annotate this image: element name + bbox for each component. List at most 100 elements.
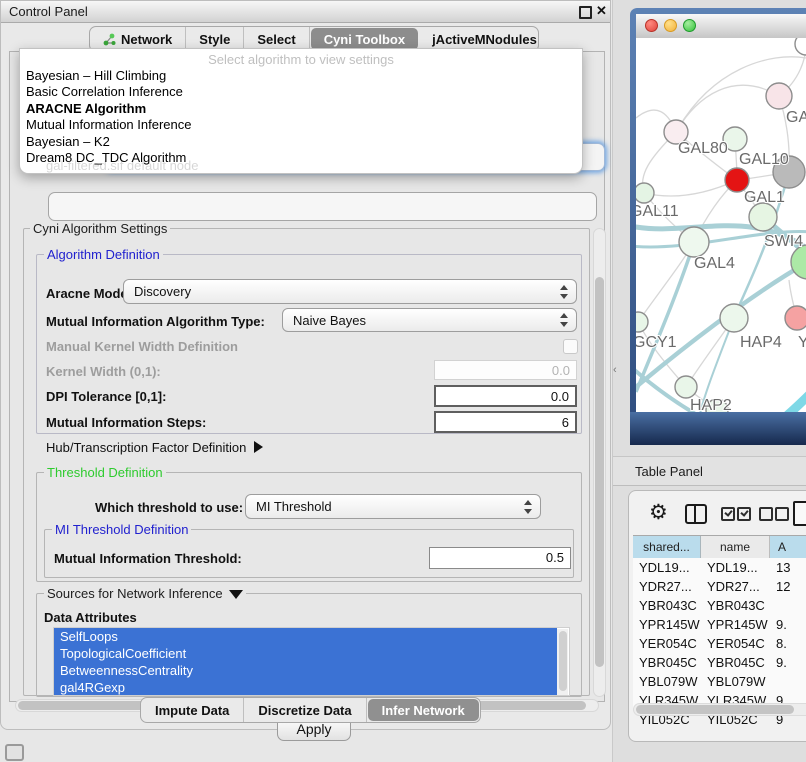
network-table-combo[interactable] (48, 192, 597, 221)
node-label: GAL80 (678, 140, 728, 157)
dpi-tolerance-field[interactable]: 0.0 (434, 385, 577, 407)
node-label: GAL (786, 109, 806, 126)
table-row[interactable]: YBR043CYBR043C (633, 596, 806, 615)
table-row[interactable]: YDR27...YDR27...12 (633, 577, 806, 596)
mi-threshold-field[interactable]: 0.5 (429, 547, 571, 569)
hub-factor-section[interactable]: Hub/Transcription Factor Definition (46, 440, 263, 455)
network-node[interactable] (636, 183, 654, 203)
node-label: HAP2 (690, 397, 732, 412)
data-attributes-list[interactable]: SelfLoopsTopologicalCoefficientBetweenne… (53, 627, 570, 696)
checked-checkbox-icon[interactable] (721, 507, 735, 521)
network-node[interactable] (791, 245, 806, 279)
minimize-traffic-light[interactable] (664, 19, 677, 32)
manual-kernel-checkbox[interactable] (563, 339, 578, 354)
check-icon (724, 508, 732, 517)
kernel-width-label: Kernel Width (0,1): (46, 364, 161, 379)
panel-divider-handle[interactable]: ‹ (613, 364, 617, 376)
algorithm-option[interactable]: Mutual Information Inference (24, 117, 578, 133)
algorithm-option[interactable]: Bayesian – Hill Climbing (24, 68, 578, 84)
table-panel-title: Table Panel (635, 464, 703, 479)
network-node[interactable] (675, 376, 697, 398)
attribute-list-item[interactable]: BetweennessCentrality (54, 662, 557, 679)
node-label: HAP4 (740, 334, 782, 351)
network-node[interactable] (720, 304, 748, 332)
expand-right-icon[interactable] (254, 441, 263, 453)
mi-steps-label: Mutual Information Steps: (46, 415, 206, 430)
table-row[interactable]: YDL19...YDL19...13 (633, 558, 806, 577)
mi-type-combo[interactable]: Naive Bayes (282, 308, 577, 332)
tab-cyni-toolbox-label: Cyni Toolbox (324, 32, 405, 47)
table-row[interactable]: YPR145WYPR145W9. (633, 615, 806, 634)
aracne-mode-combo[interactable]: Discovery (123, 279, 577, 304)
sources-group-title: Sources for Network Inference (44, 586, 246, 601)
which-threshold-combo[interactable]: MI Threshold (245, 494, 541, 519)
unchecked-checkbox-icon[interactable] (775, 507, 789, 521)
settings-vertical-scrollbar[interactable] (593, 228, 606, 697)
algorithm-dropdown: Select algorithm to view settings Bayesi… (19, 48, 583, 174)
attribute-list-item[interactable]: TopologicalCoefficient (54, 645, 557, 662)
collapse-down-icon[interactable] (229, 590, 243, 599)
mi-steps-field[interactable]: 6 (434, 411, 577, 433)
column-header-third[interactable]: A (770, 536, 806, 558)
panel-divider[interactable] (612, 0, 613, 762)
node-label: GAL1 (744, 189, 785, 206)
algorithm-option[interactable]: ARACNE Algorithm (24, 101, 578, 117)
table-scroll-thumb[interactable] (636, 705, 794, 714)
close-traffic-light[interactable] (645, 19, 658, 32)
tab-cyni-toolbox[interactable]: Cyni Toolbox (311, 28, 418, 50)
tab-style-label: Style (199, 32, 230, 47)
network-node[interactable] (785, 306, 806, 330)
tab-discretize-data[interactable]: Discretize Data (244, 698, 366, 722)
table-cell: YDR27... (633, 577, 701, 596)
table-horizontal-scrollbar[interactable] (633, 703, 806, 716)
column-header-name[interactable]: name (701, 536, 770, 558)
table-panel-window: ⚙ shared... name A YDL19...YDL19...13YDR… (628, 490, 806, 742)
collapsed-panel-icon[interactable] (5, 744, 24, 761)
manual-kernel-label: Manual Kernel Width Definition (46, 339, 238, 354)
zoom-traffic-light[interactable] (683, 19, 696, 32)
network-node[interactable] (795, 38, 806, 55)
columns-icon[interactable] (685, 504, 707, 524)
unchecked-checkbox-icon[interactable] (759, 507, 773, 521)
float-window-icon[interactable] (579, 6, 592, 19)
table-row[interactable]: YBL079WYBL079W (633, 672, 806, 691)
column-header-shared[interactable]: shared... (633, 536, 701, 558)
gear-icon[interactable]: ⚙ (649, 500, 668, 525)
table-row[interactable]: YER054CYER054C8. (633, 634, 806, 653)
node-table: shared... name A YDL19...YDL19...13YDR27… (633, 535, 806, 708)
network-node[interactable] (749, 203, 777, 231)
control-panel: Control Panel ✕ Network Style Select Cyn… (0, 0, 611, 730)
spinner-icon (559, 285, 568, 299)
attribute-list-item[interactable]: SelfLoops (54, 628, 557, 645)
page-icon[interactable] (793, 501, 806, 526)
spinner-icon (559, 313, 568, 327)
kernel-width-field[interactable]: 0.0 (434, 360, 577, 380)
list-scrollbar[interactable] (557, 629, 568, 695)
list-scrollbar-thumb[interactable] (559, 631, 567, 691)
algorithm-option[interactable]: Basic Correlation Inference (24, 84, 578, 100)
network-canvas[interactable]: GALGAL80GAL10GAL1GAL11SWI4GAL4GCY1HAP4YH… (636, 38, 806, 412)
table-header-row: shared... name A (633, 536, 806, 558)
network-node[interactable] (766, 83, 792, 109)
tab-infer-network[interactable]: Infer Network (368, 699, 479, 721)
network-icon (103, 33, 116, 46)
table-cell: 9. (770, 653, 806, 672)
dpi-tolerance-label: DPI Tolerance [0,1]: (46, 389, 166, 404)
algorithm-option[interactable]: Bayesian – K2 (24, 134, 578, 150)
network-window-bottom-frame (630, 412, 806, 445)
vertical-scroll-thumb[interactable] (595, 277, 604, 667)
attribute-list-item[interactable]: gal4RGexp (54, 679, 557, 696)
network-node[interactable] (679, 227, 709, 257)
table-cell: YDL19... (701, 558, 770, 577)
close-icon[interactable]: ✕ (596, 3, 607, 19)
checked-checkbox-icon[interactable] (737, 507, 751, 521)
table-cell: 9. (770, 615, 806, 634)
network-window-titlebar[interactable] (636, 14, 806, 39)
table-cell: YBL079W (701, 672, 770, 691)
table-cell: YPR145W (633, 615, 701, 634)
combo-showthrough-text: gal-filtered.sif default node (46, 158, 198, 173)
network-node[interactable] (636, 312, 648, 332)
mi-threshold-label: Mutual Information Threshold: (54, 551, 242, 566)
table-row[interactable]: YBR045CYBR045C9. (633, 653, 806, 672)
tab-impute-data[interactable]: Impute Data (141, 698, 244, 722)
